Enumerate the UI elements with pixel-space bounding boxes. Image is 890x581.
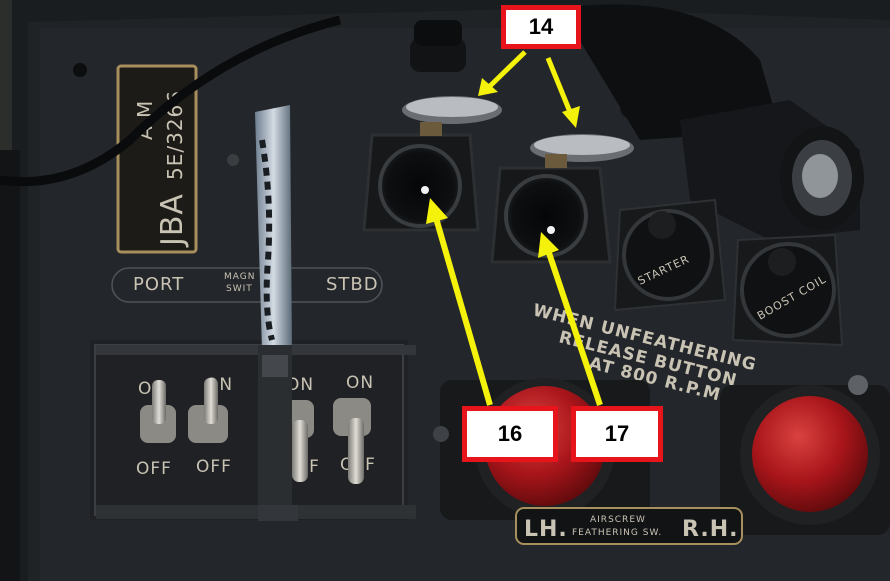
starter-button[interactable]: [613, 198, 727, 312]
switch-off-label-2: OFF: [196, 457, 232, 477]
callout-17: 17: [571, 406, 663, 462]
magneto-label-1: MAGN: [224, 272, 255, 282]
feather-rh-label: R.H.: [682, 517, 738, 542]
port-label: PORT: [133, 274, 184, 295]
callout-14: 14: [501, 5, 581, 49]
feather-lh-label: LH.: [524, 517, 568, 542]
cockpit-view: JBA A M 5E/3266 PORT MAGN SWIT STBD ON O…: [0, 0, 890, 581]
switch-on-label-4: ON: [346, 373, 374, 393]
feather-mid-label-2: FEATHERING SW.: [572, 528, 662, 538]
magneto-label-2: SWIT: [226, 284, 253, 294]
feather-mid-label-1: AIRSCREW: [590, 515, 646, 525]
cockpit-illustration: JBA A M 5E/3266 PORT MAGN SWIT STBD ON O…: [0, 0, 890, 581]
feathering-placard: LH. AIRSCREW FEATHERING SW. R.H.: [515, 507, 743, 545]
socket-16[interactable]: [362, 122, 480, 232]
stbd-label: STBD: [326, 274, 379, 295]
feather-button-rh[interactable]: [720, 375, 890, 535]
boost-coil-button[interactable]: [731, 233, 844, 347]
callout-16: 16: [462, 406, 558, 462]
placard-text-1: JBA: [155, 193, 190, 248]
switch-off-label-1: OFF: [136, 459, 172, 479]
top-knob-left[interactable]: [410, 20, 466, 72]
